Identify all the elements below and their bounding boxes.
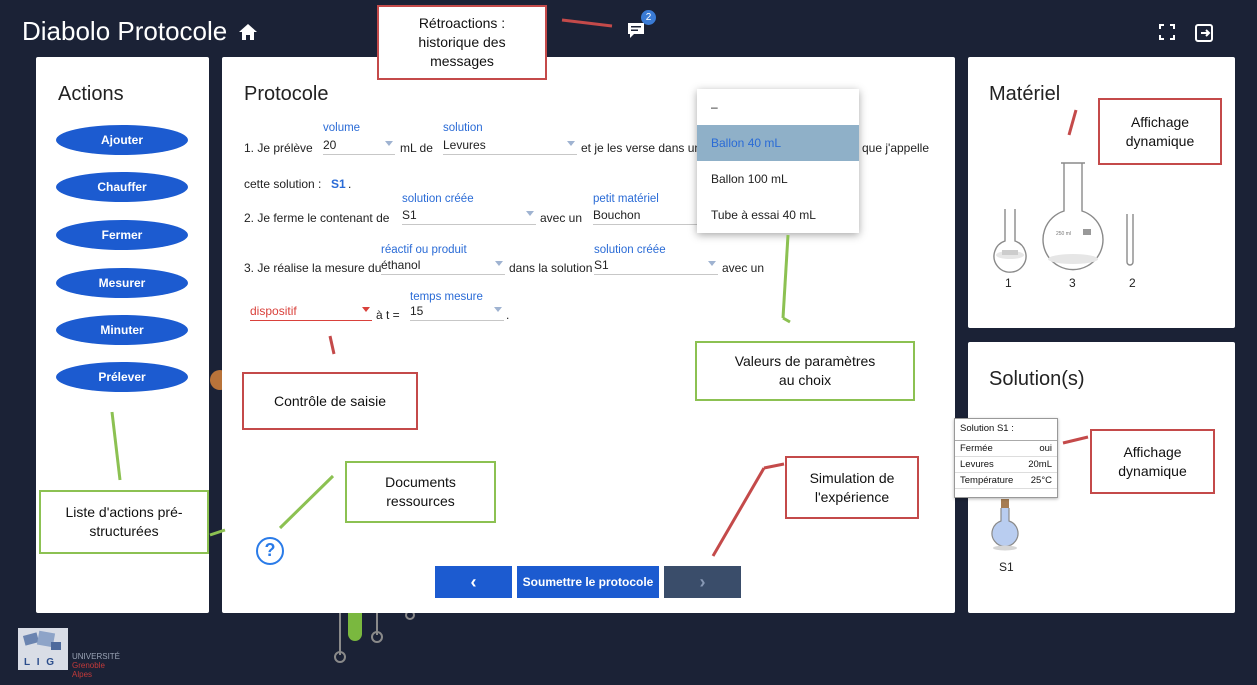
annotation-liste-actions: Liste d'actions pré-structurées	[39, 490, 209, 554]
annotation-connectors	[110, 18, 1089, 557]
lig-logo-graphic	[22, 630, 61, 650]
lig-logo-text: L I G	[24, 657, 57, 668]
annotation-simulation: Simulation de l'expérience	[785, 456, 919, 519]
university-line3: Alpes	[72, 670, 93, 679]
annotation-controle: Contrôle de saisie	[242, 372, 418, 430]
annotation-documents: Documents ressources	[345, 461, 496, 523]
annotation-affichage-materiel: Affichage dynamique	[1098, 98, 1222, 165]
university-line1: UNIVERSITÉ	[72, 652, 121, 661]
annotation-retroactions: Rétroactions : historique des messages	[377, 5, 547, 80]
university-logo: UNIVERSITÉ Grenoble Alpes	[72, 652, 120, 679]
university-line2: Grenoble	[72, 661, 105, 670]
lig-logo: L I G	[18, 628, 68, 670]
annotation-valeurs: Valeurs de paramètres au choix	[695, 341, 915, 401]
annotation-affichage-solution: Affichage dynamique	[1090, 429, 1215, 494]
